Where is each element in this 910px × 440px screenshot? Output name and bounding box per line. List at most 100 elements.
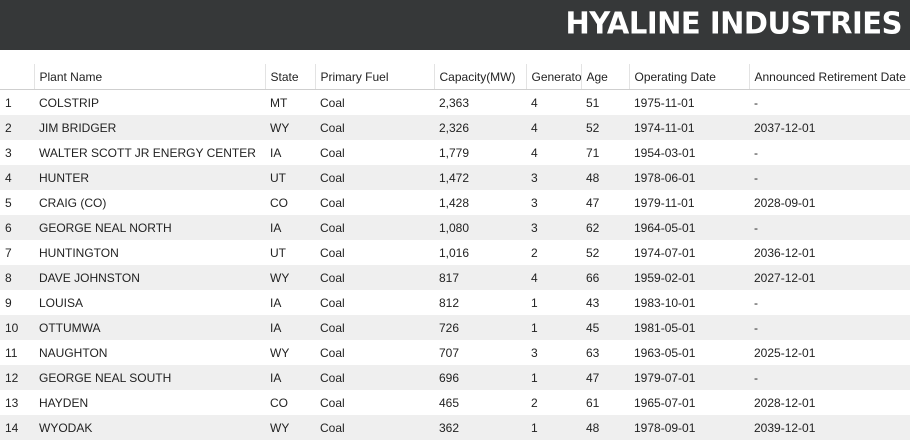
table-row[interactable]: 1 COLSTRIP MT Coal 2,363 4 51 1975-11-01 - [0,90,910,116]
primary-fuel-cell: Coal [315,215,434,240]
table-row[interactable]: 6 GEORGE NEAL NORTH IA Coal 1,080 3 62 1964-05-… [0,215,910,240]
row-index: 5 [5,195,12,210]
plant-name-cell: JIM BRIDGER [34,115,265,140]
plants-table: Plant Name State Primary Fuel Capacity(M… [0,64,910,440]
plant-name-cell: OTTUMWA [34,315,265,340]
row-index: 3 [5,145,12,160]
capacity-cell: 2,363 [439,95,470,110]
age-cell: 66 [581,265,629,290]
retirement-date-cell: 2028-09-01 [754,195,816,210]
table-row[interactable]: 10 OTTUMWA IA Coal 726 1 45 1981-05-01- [0,315,910,340]
retirement-date-cell: - [749,165,910,190]
retirement-date-cell: - [754,95,758,110]
state-cell: UT [270,245,286,260]
age-cell: 43 [586,295,600,310]
col-header-capacity[interactable]: Capacity(MW) [433,64,526,90]
operating-date-cell: 1983-10-01 [634,295,696,310]
primary-fuel-cell: Coal [315,165,434,190]
generators-cell: 3 [526,165,581,190]
retirement-date-cell: - [754,145,758,160]
primary-fuel-cell: Coal [315,115,434,140]
table-row[interactable]: 13 HAYDEN CO Coal 465 2 61 1965-07-01 2028-12-01 [0,390,910,415]
primary-fuel-cell: Coal [315,315,434,340]
age-cell: 47 [581,365,629,390]
capacity-cell: 1,016 [439,245,470,260]
primary-fuel-cell: Coal [320,245,345,260]
plant-name-cell: HUNTER [34,165,265,190]
row-index: 9 [5,295,12,310]
state-cell: IA [265,365,315,390]
operating-date-cell: 1979-11-01 [634,195,695,210]
generators-cell: 4 [531,145,538,160]
state-cell: CO [270,195,288,210]
plant-name-cell: WALTER SCOTT JR ENERGY CENTER [39,145,256,160]
retirement-date-cell: 2037-12-01 [749,115,910,140]
primary-fuel-cell: Coal [320,345,345,360]
primary-fuel-cell: Coal [315,365,434,390]
capacity-cell: 1,428 [439,195,470,210]
generators-cell: 1 [526,365,581,390]
retirement-date-cell: 2028-12-01 [754,395,816,410]
age-cell: 61 [586,395,600,410]
state-cell: WY [265,265,315,290]
table-row[interactable]: 7 HUNTINGTON UT Coal 1,016 2 52 1974-07-01 2036-… [0,240,910,265]
col-header-primary-fuel[interactable]: Primary Fuel [314,64,434,90]
table-row[interactable]: 3 WALTER SCOTT JR ENERGY CENTER IA Coal 1,77… [0,140,910,165]
state-cell: WY [270,345,290,360]
table-row[interactable]: 9 LOUISA IA Coal 812 1 43 1983-10-01 - [0,290,910,315]
age-cell: 52 [586,245,600,260]
col-header-operating-date[interactable]: Operating Date [628,64,749,90]
brand-logo: HYALINE INDUSTRIES [565,5,902,41]
col-header-plant-name[interactable]: Plant Name [33,64,265,90]
retirement-date-cell: 2027-12-01 [749,265,910,290]
operating-date-cell: 1981-05-01 [629,315,749,340]
generators-cell: 3 [531,345,538,360]
plant-name-cell: DAVE JOHNSTON [34,265,265,290]
retirement-date-cell: - [749,365,910,390]
table-row[interactable]: 12 GEORGE NEAL SOUTH IA Coal 696 1 47 1979-07-0… [0,365,910,390]
col-header-index[interactable] [0,64,34,90]
primary-fuel-cell: Coal [320,195,345,210]
table-row[interactable]: 11 NAUGHTON WY Coal 707 3 63 1963-05-01 2025-12-… [0,340,910,365]
row-index: 12 [0,365,34,390]
operating-date-cell: 1964-05-01 [629,215,749,240]
col-header-generators[interactable]: Generators [525,64,581,90]
age-cell: 71 [586,145,600,160]
age-cell: 63 [586,345,600,360]
generators-cell: 4 [531,95,538,110]
operating-date-cell: 1959-02-01 [629,265,749,290]
col-header-state[interactable]: State [264,64,315,90]
state-cell: WY [265,415,315,440]
capacity-cell: 1,080 [434,215,526,240]
col-header-age[interactable]: Age [580,64,629,90]
table-row[interactable]: 4 HUNTER UT Coal 1,472 3 48 1978-06-01- [0,165,910,190]
primary-fuel-cell: Coal [320,395,345,410]
capacity-cell: 1,472 [434,165,526,190]
state-cell: IA [270,295,282,310]
operating-date-cell: 1978-09-01 [629,415,749,440]
generators-cell: 1 [531,295,538,310]
generators-cell: 1 [526,415,581,440]
col-header-retirement-date[interactable]: Announced Retirement Date [748,64,910,90]
row-index: 13 [5,395,19,410]
capacity-cell: 362 [434,415,526,440]
capacity-cell: 707 [439,345,460,360]
retirement-date-cell: - [749,215,910,240]
plant-name-cell: LOUISA [39,295,84,310]
state-cell: MT [270,95,288,110]
state-cell: WY [265,115,315,140]
table-row[interactable]: 8 DAVE JOHNSTON WY Coal 817 4 66 1959-02-01 2027… [0,265,910,290]
table-row[interactable]: 14 WYODAK WY Coal 362 1 48 1978-09-01 2039-12-01 [0,415,910,440]
capacity-cell: 726 [434,315,526,340]
state-cell: CO [270,395,288,410]
primary-fuel-cell: Coal [320,295,345,310]
table-row[interactable]: 2 JIM BRIDGER WY Coal 2,326 4 52 1974-11-01 2037… [0,115,910,140]
plant-name-cell: HAYDEN [39,395,89,410]
plant-name-cell: HUNTINGTON [39,245,119,260]
generators-cell: 3 [531,195,538,210]
row-index: 6 [0,215,34,240]
state-cell: IA [265,215,315,240]
plant-name-cell: GEORGE NEAL NORTH [34,215,265,240]
operating-date-cell: 1975-11-01 [634,95,695,110]
table-row[interactable]: 5 CRAIG (CO) CO Coal 1,428 3 47 1979-11-01 2028-… [0,190,910,215]
